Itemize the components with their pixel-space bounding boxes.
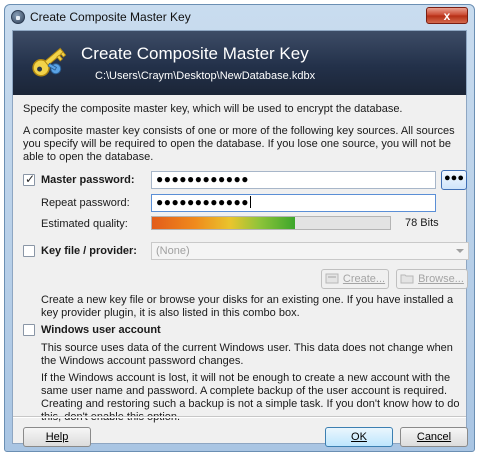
quality-progress-fill (152, 217, 295, 229)
key-provider-combo[interactable]: (None) (151, 242, 469, 260)
dialog-window: Create Composite Master Key x Create Com… (4, 4, 475, 452)
windows-account-label: Windows user account (41, 324, 161, 336)
ok-button[interactable]: OK (325, 427, 393, 447)
header-banner: Create Composite Master Key C:\Users\Cra… (13, 31, 466, 95)
create-button-label: Create... (342, 273, 386, 285)
estimated-quality-label: Estimated quality: (41, 218, 128, 230)
key-provider-selected: (None) (156, 245, 190, 257)
ok-button-label: OK (351, 431, 367, 443)
quality-progress-bar (151, 216, 391, 230)
windows-account-description: This source uses data of the current Win… (41, 342, 453, 367)
quality-bits: 78 Bits (405, 217, 439, 229)
key-file-label: Key file / provider: (41, 245, 137, 257)
footer-divider (13, 416, 466, 418)
help-button-label: Help (45, 431, 69, 443)
database-path: C:\Users\Craym\Desktop\NewDatabase.kdbx (95, 70, 316, 82)
create-key-file-button[interactable]: Create... (321, 269, 389, 289)
title-bar[interactable]: Create Composite Master Key x (5, 5, 474, 29)
dialog-client-area: Create Composite Master Key C:\Users\Cra… (12, 30, 469, 447)
text-caret (249, 196, 251, 208)
windows-account-checkbox[interactable] (23, 324, 35, 336)
cancel-button[interactable]: Cancel (400, 427, 468, 447)
browse-key-file-button[interactable]: Browse... (396, 269, 468, 289)
banner-title: Create Composite Master Key (81, 44, 309, 63)
key-icon (32, 47, 67, 77)
browse-button-label: Browse... (418, 273, 464, 285)
repeat-password-value: ●●●●●●●●●●●● (156, 195, 249, 209)
help-button[interactable]: Help (23, 427, 91, 447)
chevron-down-icon (456, 249, 464, 253)
close-button[interactable]: x (426, 7, 468, 24)
intro-details: A composite master key consists of one o… (23, 125, 455, 163)
folder-icon (400, 274, 414, 284)
key-file-description: Create a new key file or browse your dis… (41, 294, 454, 319)
repeat-password-input[interactable]: ●●●●●●●●●●●● (151, 194, 436, 212)
master-password-value: ●●●●●●●●●●●● (156, 172, 249, 186)
cancel-button-label: Cancel (416, 431, 452, 443)
intro-text: Specify the composite master key, which … (23, 103, 403, 115)
master-password-input[interactable]: ●●●●●●●●●●●● (151, 171, 436, 189)
master-password-label: Master password: (41, 174, 135, 186)
repeat-password-label: Repeat password: (41, 197, 130, 209)
create-key-file-icon (325, 273, 339, 284)
window-title: Create Composite Master Key (30, 10, 191, 24)
keepass-lock-icon (11, 10, 25, 24)
show-password-button[interactable]: ●●● (441, 170, 467, 190)
key-file-checkbox[interactable] (23, 245, 35, 257)
master-password-checkbox[interactable] (23, 172, 35, 186)
